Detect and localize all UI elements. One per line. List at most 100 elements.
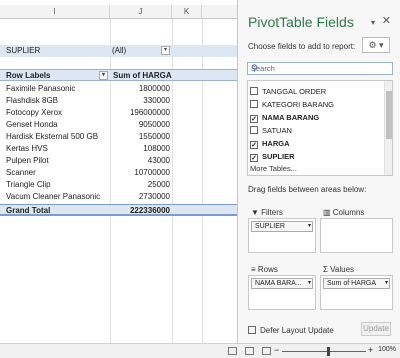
checkbox-checked[interactable]: ✓: [250, 154, 258, 162]
row-value: 330000: [143, 96, 170, 105]
field-label: HARGA: [262, 139, 290, 148]
zoom-slider[interactable]: [282, 351, 366, 352]
row-label: Kertas HVS: [6, 144, 48, 153]
zoom-level[interactable]: 100%: [378, 346, 396, 353]
row-labels-dropdown-icon[interactable]: ▾: [99, 71, 108, 80]
status-bar: − + 100%: [0, 343, 400, 358]
drag-fields-label: Drag fields between areas below:: [248, 185, 367, 194]
field-search-input[interactable]: Search ⚲: [247, 62, 393, 75]
tools-gear-button[interactable]: ⚙ ▾: [362, 37, 390, 53]
zoom-in-icon[interactable]: +: [368, 345, 373, 355]
grand-total-row[interactable]: Grand Total 222336000: [0, 204, 237, 216]
pane-title: PivotTable Fields: [248, 14, 354, 30]
chevron-down-icon[interactable]: ▾: [308, 279, 311, 288]
column-header-j[interactable]: J: [110, 5, 172, 19]
row-value: 2730000: [138, 192, 170, 201]
zoom-out-icon[interactable]: −: [274, 345, 279, 355]
pivot-row[interactable]: Fotocopy Xerox 196000000: [0, 107, 237, 118]
pivot-row[interactable]: Triangle Clip 25000: [0, 179, 237, 190]
pivot-row[interactable]: Flashdisk 8GB 330000: [0, 95, 237, 106]
filter-dropdown-icon[interactable]: ▾: [161, 46, 170, 55]
field-label: SUPLIER: [262, 152, 295, 161]
page-break-view-icon[interactable]: [262, 347, 271, 355]
defer-layout-checkbox[interactable]: Defer Layout Update: [248, 326, 334, 335]
chevron-down-icon[interactable]: ▾: [371, 18, 375, 27]
field-label: SATUAN: [262, 126, 292, 135]
row-chip-nama-barang[interactable]: NAMA BARA... ▾: [251, 278, 313, 289]
field-item-harga[interactable]: ✓ HARGA: [250, 138, 290, 149]
rows-drop-zone[interactable]: NAMA BARA... ▾: [248, 275, 316, 310]
pivot-row[interactable]: Faximile Panasonic 1800000: [0, 83, 237, 94]
checkbox[interactable]: [250, 126, 258, 134]
pivot-row[interactable]: Scanner 10700000: [0, 167, 237, 178]
pivot-row[interactable]: Vacum Cleaner Panasonic 2730000: [0, 191, 237, 202]
more-tables-link[interactable]: More Tables...: [250, 164, 297, 173]
field-label: NAMA BARANG: [262, 113, 320, 122]
filters-drop-zone[interactable]: SUPLIER ▾: [248, 218, 316, 253]
pivot-header-row: Row Labels ▾ Sum of HARGA: [0, 69, 237, 81]
rows-area[interactable]: ≡ Rows NAMA BARA... ▾: [248, 262, 316, 310]
field-item-tanggal-order[interactable]: TANGGAL ORDER: [250, 86, 326, 97]
row-value: 25000: [147, 180, 170, 189]
filter-chip-suplier[interactable]: SUPLIER ▾: [251, 221, 313, 232]
checkbox[interactable]: [248, 326, 256, 334]
pivot-row[interactable]: Hardisk Eksternal 500 GB 1550000: [0, 131, 237, 142]
columns-area-title: ▥ Columns: [323, 208, 365, 217]
gear-icon: ⚙ ▾: [368, 40, 384, 50]
column-header-i[interactable]: I: [0, 5, 110, 19]
checkbox[interactable]: [250, 100, 258, 108]
rows-icon: ≡: [251, 265, 258, 274]
row-value: 43000: [147, 156, 170, 165]
page-layout-icon[interactable]: [245, 347, 254, 355]
pivot-row[interactable]: Pulpen Pilot 43000: [0, 155, 237, 166]
row-value: 1800000: [138, 84, 170, 93]
values-area[interactable]: Σ Values Sum of HARGA ▾: [320, 262, 393, 310]
row-label: Triangle Clip: [6, 180, 51, 189]
update-button[interactable]: Update: [361, 322, 391, 336]
pivot-fields-pane: PivotTable Fields ▾ ✕ Choose fields to a…: [237, 0, 400, 343]
columns-area[interactable]: ▥ Columns: [320, 205, 393, 253]
field-label: KATEGORI BARANG: [262, 100, 334, 109]
values-drop-zone[interactable]: Sum of HARGA ▾: [320, 275, 393, 310]
normal-view-icon[interactable]: [228, 347, 237, 355]
pivot-filter-row[interactable]: SUPLIER (All) ▾: [0, 45, 237, 57]
row-value: 196000000: [129, 108, 170, 117]
row-label: Faximile Panasonic: [6, 84, 76, 93]
grand-total-label: Grand Total: [6, 206, 51, 215]
pivot-row[interactable]: Genset Honda 9050000: [0, 119, 237, 130]
row-value: 108000: [143, 144, 170, 153]
row-labels-header: Row Labels: [6, 71, 51, 80]
filters-area[interactable]: ▼ Filters SUPLIER ▾: [248, 205, 316, 253]
pivot-row[interactable]: Kertas HVS 108000: [0, 143, 237, 154]
row-label: Pulpen Pilot: [6, 156, 49, 165]
field-item-satuan[interactable]: SATUAN: [250, 125, 292, 136]
close-icon[interactable]: ✕: [382, 14, 391, 27]
column-header-blank: [202, 5, 237, 19]
checkbox[interactable]: [250, 87, 258, 95]
scroll-thumb[interactable]: [386, 91, 392, 139]
spreadsheet-grid[interactable]: I J K SUPLIER (All) ▾ Row Labels ▾ Sum o…: [0, 0, 237, 343]
choose-fields-label: Choose fields to add to report:: [248, 42, 356, 51]
chevron-down-icon[interactable]: ▾: [308, 222, 311, 231]
field-item-kategori-barang[interactable]: KATEGORI BARANG: [250, 99, 334, 110]
columns-drop-zone[interactable]: [320, 218, 393, 253]
value-chip-sum-harga[interactable]: Sum of HARGA ▾: [323, 278, 390, 289]
filter-value: (All): [112, 46, 127, 55]
field-list-scrollbar[interactable]: [384, 81, 392, 175]
sum-header: Sum of HARGA: [113, 71, 172, 80]
column-header-k[interactable]: K: [172, 5, 202, 19]
field-list[interactable]: TANGGAL ORDER KATEGORI BARANG ✓ NAMA BARA…: [247, 80, 393, 176]
row-label: Genset Honda: [6, 120, 58, 129]
row-value: 1550000: [138, 132, 170, 141]
field-item-suplier[interactable]: ✓ SUPLIER: [250, 151, 295, 162]
chevron-down-icon[interactable]: ▾: [385, 279, 388, 288]
filter-field-label: SUPLIER: [6, 46, 41, 55]
checkbox-checked[interactable]: ✓: [250, 115, 258, 123]
zoom-slider-handle[interactable]: [327, 347, 330, 356]
row-label: Vacum Cleaner Panasonic: [6, 192, 101, 201]
columns-icon: ▥: [323, 208, 333, 217]
checkbox-checked[interactable]: ✓: [250, 141, 258, 149]
row-value: 10700000: [134, 168, 170, 177]
field-item-nama-barang[interactable]: ✓ NAMA BARANG: [250, 112, 319, 123]
filter-icon: ▼: [251, 208, 262, 217]
